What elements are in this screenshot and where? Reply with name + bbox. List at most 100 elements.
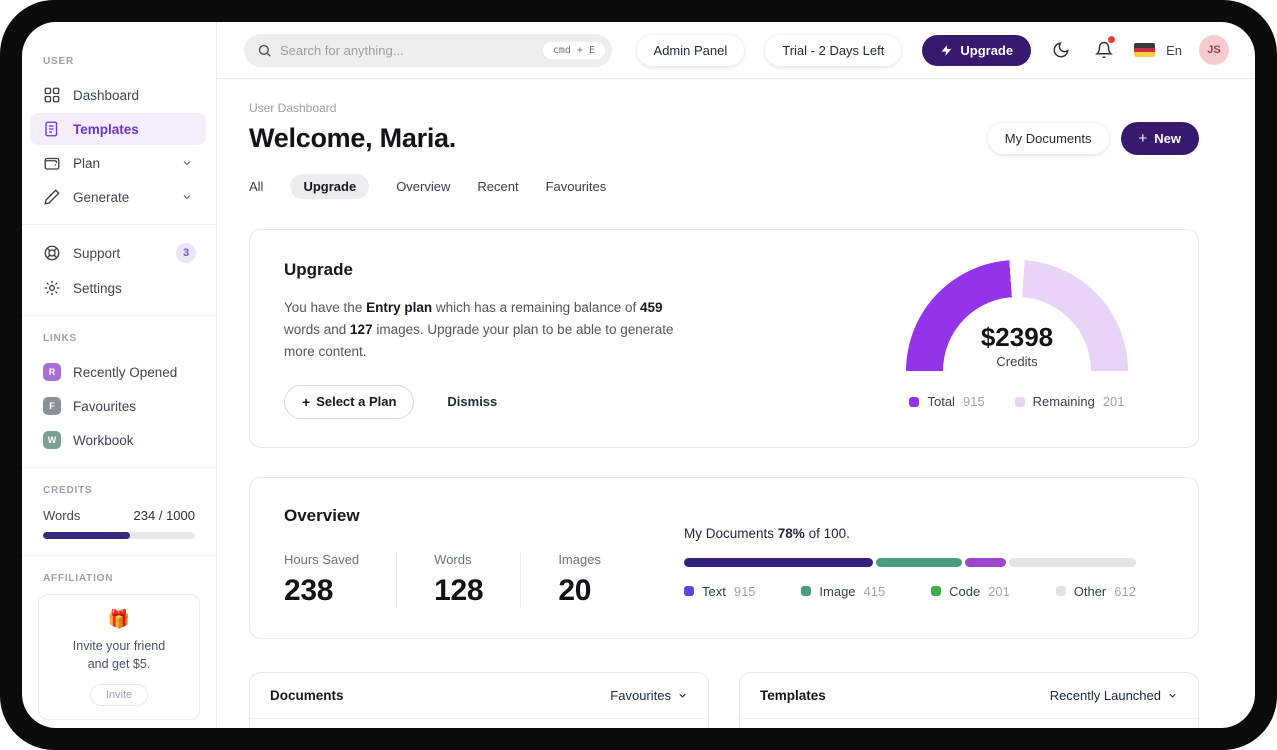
bell-icon [1095,41,1114,59]
new-button[interactable]: + New [1120,122,1199,155]
chevron-down-icon [183,161,191,166]
credits-row: Words 234 / 1000 [22,506,216,532]
legend-item-code: Code 201 [931,584,1010,599]
gauge-value: $2398 [980,322,1054,352]
progress-legend: Text 915 Image 415 Code 201 Other 612 [684,584,1136,599]
user-avatar[interactable]: JS [1199,35,1229,65]
legend-item-remaining: Remaining 201 [1014,394,1125,409]
legend-item-image: Image 415 [801,584,885,599]
pencil-icon [44,189,60,205]
tab-upgrade[interactable]: Upgrade [290,174,370,199]
topbar: cmd + E Admin Panel Trial - 2 Days Left … [217,22,1255,79]
sidebar-item-dashboard[interactable]: Dashboard [30,79,206,111]
stat-words: Words 128 [396,551,520,608]
legend-item-other: Other 612 [1055,584,1136,599]
support-badge: 3 [176,243,196,263]
chevron-down-icon [679,693,686,698]
stacked-progress-bar [684,557,1136,567]
sidebar-item-label: Dashboard [73,87,140,103]
upgrade-button[interactable]: Upgrade [922,34,1032,66]
template-row[interactable]: Blog Post Title in Workbook [740,719,1198,728]
upgrade-card: Upgrade You have the Entry plan which ha… [249,229,1199,448]
divider [22,555,216,556]
moon-icon [1053,42,1069,58]
sidebar-item-label: Recently Opened [73,364,178,380]
my-documents-button[interactable]: My Documents [987,123,1109,154]
credits-label: Words [43,508,81,523]
legend-swatch [931,586,942,597]
legend-swatch [684,586,694,597]
bar-segment-code [964,557,1007,567]
lifebuoy-icon [44,245,60,261]
sidebar-item-support[interactable]: Support 3 [30,236,206,270]
gift-icon: 🎁 [107,609,131,629]
sidebar-item-templates[interactable]: Templates [30,113,206,145]
affiliation-card: 🎁 Invite your friend and get $5. Invite [38,594,200,721]
sidebar-item-label: Generate [73,189,130,205]
tab-favourites[interactable]: Favourites [546,179,607,194]
notifications-button[interactable] [1091,36,1117,63]
link-initial-badge: R [43,363,61,381]
bar-segment-text [684,557,874,567]
document-row[interactable]: Untitled Document in Workbook [250,719,708,728]
sidebar-link-recently-opened[interactable]: R Recently Opened [30,356,206,388]
documents-progress-chart: My Documents 78% of 100. Text 915 Image … [684,506,1136,608]
sidebar-item-label: Support [73,245,121,261]
grid-icon [44,87,60,103]
admin-panel-button[interactable]: Admin Panel [636,34,745,66]
select-plan-button[interactable]: + Select a Plan [284,384,415,419]
gear-icon [44,280,60,296]
dark-mode-toggle[interactable] [1048,37,1074,63]
upgrade-card-body: You have the Entry plan which has a rema… [284,300,674,359]
sidebar-section-credits: CREDITS [43,485,93,496]
invite-button[interactable]: Invite [89,684,149,707]
affiliation-text: Invite your friend and get $5. [72,639,166,672]
stats-row: Hours Saved 238 Words 128 Images 20 [284,551,638,608]
overview-card-title: Overview [284,505,360,525]
wallet-icon [44,157,60,170]
documents-filter-dropdown[interactable]: Favourites [610,688,688,703]
chevron-down-icon [1169,693,1176,698]
stat-images: Images 20 [520,551,638,608]
divider [22,224,216,225]
stat-hours-saved: Hours Saved 238 [284,551,360,607]
plus-icon: + [302,393,311,410]
tab-recent[interactable]: Recent [477,179,518,194]
trial-status-button[interactable]: Trial - 2 Days Left [765,34,902,66]
sidebar-item-plan[interactable]: Plan [30,147,206,179]
sidebar-section-affiliation: AFFILIATION [43,573,114,584]
sidebar-item-label: Plan [73,155,101,171]
german-flag-icon[interactable] [1134,43,1156,57]
sidebar-section-links: LINKS [43,333,77,344]
search-bar[interactable]: cmd + E [244,33,612,67]
language-selector[interactable]: En [1166,43,1182,58]
credits-value: 234 / 1000 [133,508,195,523]
sidebar-link-workbook[interactable]: W Workbook [30,424,206,456]
tab-overview[interactable]: Overview [396,179,450,194]
link-initial-badge: W [43,431,61,449]
search-icon [258,44,271,57]
main-content: User Dashboard Welcome, Maria. My Docume… [217,79,1255,728]
sidebar-section-user: USER [43,56,74,67]
sidebar-item-label: Settings [73,280,122,296]
legend-item-total: Total 915 [909,394,985,409]
dismiss-button[interactable]: Dismiss [447,394,497,409]
app-window: USER Dashboard Templates Plan Generate S… [22,22,1255,728]
legend-swatch [909,396,920,407]
tab-bar: All Upgrade Overview Recent Favourites [249,174,1199,199]
sidebar-item-generate[interactable]: Generate [30,181,206,213]
legend-swatch [1055,586,1066,597]
templates-card-title: Templates [760,687,826,703]
legend-swatch [801,586,812,597]
plus-icon: + [1138,130,1148,147]
sidebar-item-settings[interactable]: Settings [30,272,206,304]
divider [22,315,216,316]
templates-filter-dropdown[interactable]: Recently Launched [1050,688,1178,703]
bolt-icon [941,44,952,56]
sidebar-link-favourites[interactable]: F Favourites [30,390,206,422]
bar-segment-image [876,557,962,567]
sidebar: USER Dashboard Templates Plan Generate S… [22,22,217,728]
search-input[interactable] [280,42,543,58]
gauge-legend: Total 915 Remaining 201 [909,394,1125,409]
tab-all[interactable]: All [249,179,263,194]
